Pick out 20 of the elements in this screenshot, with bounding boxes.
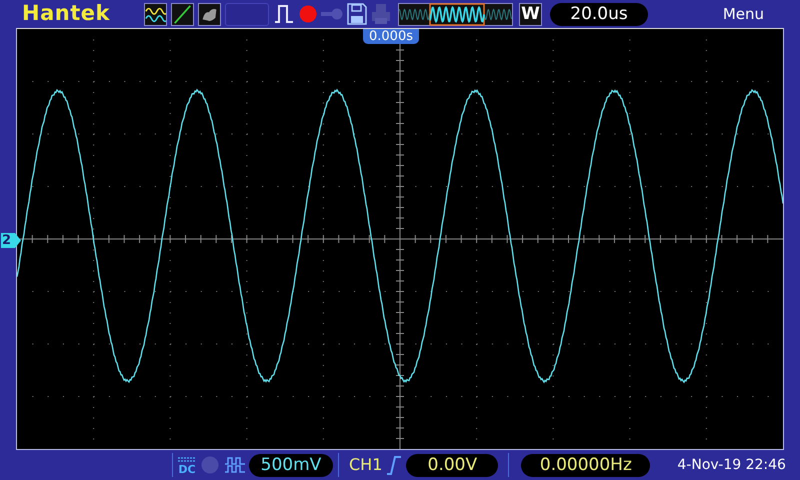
frequency-display: 0.00000Hz [521,454,650,476]
dual-wave-icon[interactable] [144,2,167,26]
pulse-icon[interactable] [273,3,295,25]
trigger-level-display: 0.00V [406,454,498,476]
date-time: 4-Nov-19 22:46 [677,456,786,474]
mode-indicator[interactable]: W [519,2,542,26]
record-dot-icon[interactable] [299,5,317,23]
volts-per-div-display: 500mV [249,454,333,476]
brand-logo: Hantek [21,0,111,28]
empty-panel [225,2,269,26]
channel-marker[interactable]: 2 [1,233,21,248]
rising-edge-icon[interactable] [386,455,402,475]
square-wave-icon[interactable] [224,456,246,474]
save-icon[interactable] [347,3,367,25]
trigger-source: CH1 [349,454,382,476]
menu-button[interactable]: Menu [722,2,764,26]
timebase-display: 20.0us [550,2,648,26]
line-icon[interactable] [171,2,194,26]
trigger-position-tag[interactable]: 0.000s [363,29,419,44]
waveform-overview[interactable] [398,2,513,26]
